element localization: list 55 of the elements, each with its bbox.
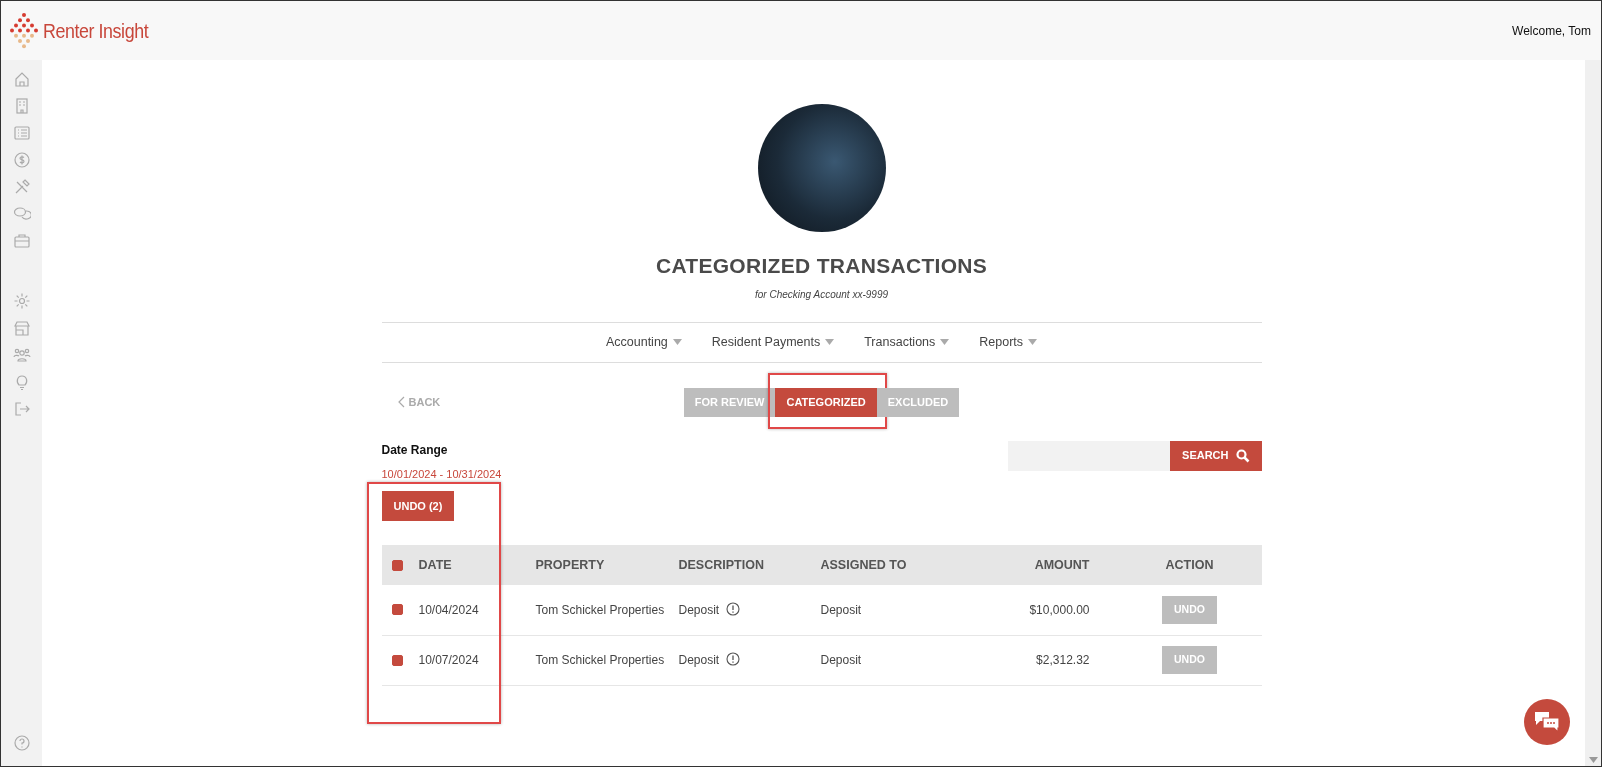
welcome-text: Welcome, Tom (1512, 22, 1591, 40)
assigned-cell: Deposit (820, 653, 862, 667)
briefcase-icon[interactable] (12, 232, 31, 250)
column-header: AMOUNT (1034, 557, 1090, 572)
page-subtitle: for Checking Account xx-9999 (753, 287, 889, 302)
description-cell: Deposit (678, 653, 720, 667)
dollar-icon[interactable] (12, 151, 31, 169)
help-icon[interactable] (12, 734, 31, 752)
assigned-cell: Deposit (820, 602, 862, 617)
caret-icon (672, 339, 682, 345)
search-button[interactable]: SEARCH (1170, 440, 1262, 471)
menu-item[interactable]: Resident Payments (711, 332, 835, 352)
chat-bubbles-icon (1534, 711, 1560, 733)
chat-button[interactable] (1524, 699, 1570, 745)
caret-icon (825, 339, 835, 345)
description-cell: Deposit (678, 602, 720, 617)
column-header: ACTION (1165, 557, 1214, 572)
checkbox[interactable] (391, 654, 403, 666)
logo-icon (9, 11, 39, 50)
logout-icon[interactable] (12, 400, 31, 418)
tab[interactable]: CATEGORIZED (775, 387, 877, 417)
undo-button[interactable]: UNDO (2) (381, 491, 455, 521)
store-icon[interactable] (12, 319, 31, 337)
date-cell-text: 10/07/2024 (418, 652, 479, 669)
scrollbar[interactable] (1585, 60, 1601, 766)
column-header: ASSIGNED TO (820, 557, 907, 572)
people-icon[interactable] (12, 346, 31, 364)
property-cell: Tom Schickel Properties (535, 602, 665, 617)
search-icon (1235, 448, 1250, 463)
chat-icon[interactable] (12, 205, 31, 223)
list-icon[interactable] (12, 124, 31, 142)
page-title: CATEGORIZED TRANSACTIONS (654, 253, 989, 279)
property-cell: Tom Schickel Properties (535, 653, 665, 667)
checkbox[interactable] (391, 604, 403, 616)
menu-item[interactable]: Transactions (864, 332, 950, 352)
column-header: DATE (418, 556, 452, 574)
checkbox[interactable] (391, 559, 403, 571)
column-header: DESCRIPTION (678, 557, 764, 572)
caret-icon (940, 339, 950, 345)
menu-item[interactable]: Accounting (605, 332, 682, 352)
search-field[interactable] (1008, 440, 1171, 471)
info-icon[interactable] (725, 601, 740, 616)
chevron-left-icon (397, 395, 405, 408)
date-cell-text: 10/04/2024 (418, 601, 479, 619)
menu-item[interactable]: Reports (979, 332, 1038, 352)
date-range-value: 10/01/2024 - 10/31/2024 (381, 466, 502, 482)
home-icon[interactable] (12, 70, 31, 88)
info-icon[interactable] (725, 652, 740, 666)
caret-icon (1028, 339, 1038, 345)
scroll-down-icon[interactable] (1589, 757, 1598, 763)
logo-text: Renter Insight (43, 17, 149, 44)
column-header: PROPERTY (535, 557, 605, 572)
amount-cell: $10,000.00 (1029, 602, 1090, 617)
date-range-label: Date Range (381, 441, 449, 459)
amount-cell: $2,312.32 (1036, 653, 1090, 667)
